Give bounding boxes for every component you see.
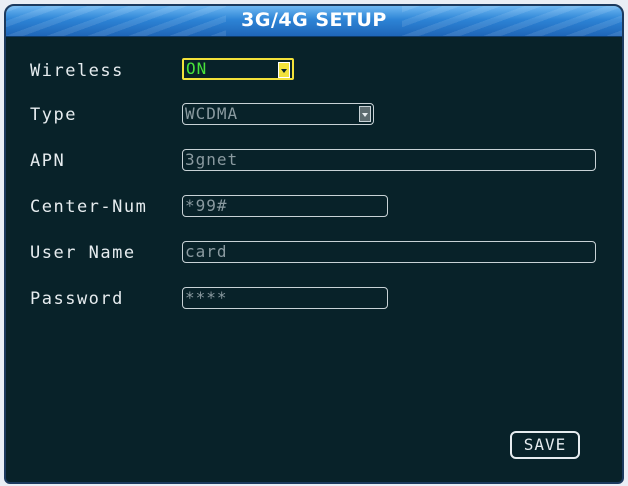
chevron-down-icon[interactable]: [278, 62, 290, 78]
chevron-down-icon[interactable]: [359, 106, 371, 122]
save-button[interactable]: SAVE: [510, 431, 580, 459]
user-name-input[interactable]: card: [182, 241, 596, 263]
center-num-input[interactable]: *99#: [182, 195, 388, 217]
type-select[interactable]: WCDMA: [182, 103, 374, 125]
apn-label: APN: [30, 151, 66, 171]
password-input[interactable]: ****: [182, 287, 388, 309]
type-label: Type: [30, 105, 77, 125]
user-name-label: User Name: [30, 243, 136, 263]
wireless-label: Wireless: [30, 61, 124, 81]
apn-input[interactable]: 3gnet: [182, 149, 596, 171]
type-value: WCDMA: [185, 104, 239, 123]
password-value: ****: [185, 288, 228, 307]
center-num-value: *99#: [185, 196, 228, 215]
title-bar: 3G/4G SETUP: [6, 6, 622, 37]
center-num-label: Center-Num: [30, 197, 148, 217]
password-label: Password: [30, 289, 124, 309]
setup-window: 3G/4G SETUP Wireless ON Type WCDMA APN 3…: [4, 4, 624, 484]
apn-value: 3gnet: [185, 150, 239, 169]
wireless-select[interactable]: ON: [182, 58, 294, 80]
window-title: 3G/4G SETUP: [241, 9, 387, 31]
user-name-value: card: [185, 242, 228, 261]
wireless-value: ON: [186, 59, 208, 78]
